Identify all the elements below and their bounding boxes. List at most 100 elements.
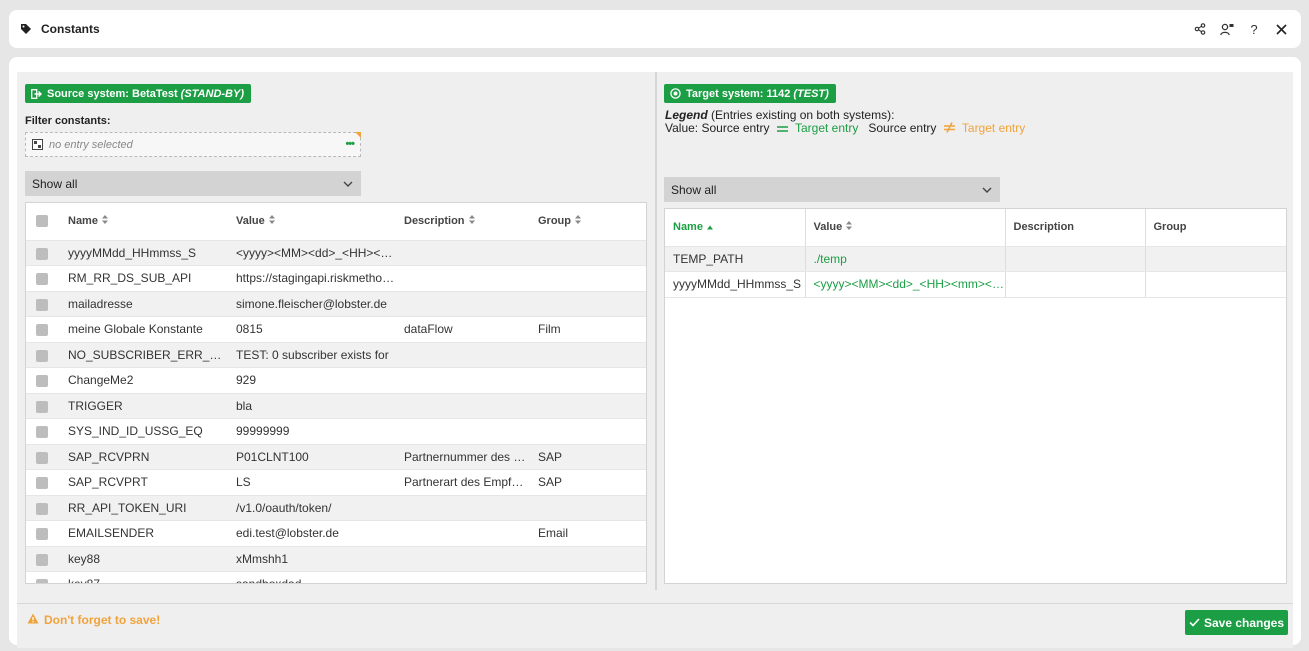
source-system-name: BetaTest xyxy=(132,87,178,100)
checkbox-icon xyxy=(36,324,48,337)
cell-value: 0815 xyxy=(228,316,396,343)
filter-constants-field[interactable]: no entry selected ••• xyxy=(25,132,361,157)
row-checkbox[interactable] xyxy=(26,265,60,292)
more-options-icon[interactable]: ••• xyxy=(345,138,355,150)
cell-name: key88 xyxy=(60,546,228,572)
row-checkbox[interactable] xyxy=(26,367,60,394)
table-row[interactable]: RM_RR_DS_SUB_API https://stagingapi.riskm… xyxy=(26,265,646,292)
row-checkbox[interactable] xyxy=(26,571,60,583)
share-icon[interactable] xyxy=(1192,21,1208,37)
table-row[interactable]: mailadresse simone.fleischer@lobster.de xyxy=(26,291,646,317)
checkbox-icon xyxy=(36,298,48,311)
legend-source2: Source entry xyxy=(868,121,937,136)
cell-name: key87 xyxy=(60,571,228,583)
row-checkbox[interactable] xyxy=(26,546,60,572)
target-show-select[interactable]: Show all xyxy=(664,177,1000,202)
sort-asc-icon xyxy=(706,221,713,233)
help-icon[interactable]: ? xyxy=(1246,21,1262,37)
row-checkbox[interactable] xyxy=(26,291,60,317)
checkbox-icon xyxy=(36,553,48,566)
cell-value: P01CLNT100 xyxy=(228,444,396,470)
save-changes-button[interactable]: Save changes xyxy=(1185,610,1288,635)
target-icon xyxy=(670,88,681,99)
equals-icon xyxy=(776,123,788,136)
table-row[interactable]: key87sandboxdad xyxy=(26,571,646,583)
table-row[interactable]: ChangeMe2 929 xyxy=(26,367,646,394)
constants-dialog-body: Source system: BetaTest (STAND-BY) Filter… xyxy=(9,57,1301,648)
table-row[interactable]: yyyyMMdd_HHmmss_S<yyyy><MM><dd>_<HH><mm>… xyxy=(26,240,646,266)
table-row[interactable]: yyyyMMdd_HHmmss_S<yyyy><MM><dd>_<HH><mm>… xyxy=(665,271,1286,298)
table-row[interactable]: RR_API_TOKEN_URI/v1.0/oauth/token/ xyxy=(26,495,646,521)
cell-group xyxy=(530,367,646,394)
save-warning: Don't forget to save! xyxy=(27,613,160,627)
row-checkbox[interactable] xyxy=(26,393,60,419)
table-row[interactable]: TEMP_PATH ./temp xyxy=(665,246,1286,272)
table-row[interactable]: NO_SUBSCRIBER_ERR_MSG TEST: 0 subscriber … xyxy=(26,342,646,368)
sort-icon xyxy=(468,215,475,227)
source-constants-table: Name Value Description Group yyyyMMdd_HH… xyxy=(25,202,647,584)
column-header-label: Name xyxy=(68,215,98,228)
target-pane: Target system: 1142 (TEST) Legend (Entrie… xyxy=(657,72,1293,590)
column-header-group[interactable]: Group xyxy=(530,203,646,241)
row-checkbox[interactable] xyxy=(26,469,60,496)
row-checkbox[interactable] xyxy=(26,240,60,266)
cell-group xyxy=(530,393,646,419)
table-row[interactable]: TRIGGER bla xyxy=(26,393,646,419)
checkbox-icon xyxy=(36,375,48,388)
dialog-footer: Don't forget to save! Save changes xyxy=(17,603,1293,645)
checkbox-icon xyxy=(36,400,48,413)
cell-description xyxy=(396,418,530,445)
column-header-name[interactable]: Name xyxy=(665,209,806,247)
cell-group xyxy=(1145,271,1286,298)
cell-group: Film xyxy=(530,316,646,343)
cell-value: https://stagingapi.riskmethods.net xyxy=(228,265,396,292)
table-row[interactable]: SAP_RCVPRTLSPartnerart des EmpfängersSAP xyxy=(26,469,646,496)
row-checkbox[interactable] xyxy=(26,418,60,445)
cell-name: ChangeMe2 xyxy=(60,367,228,394)
header-toolbar: ? xyxy=(1192,10,1289,48)
table-row[interactable]: SAP_RCVPRN P01CLNT100 Partnernummer des Em… xyxy=(26,444,646,470)
table-row[interactable]: SYS_IND_ID_USSG_EQ 99999999 xyxy=(26,418,646,445)
cell-value: LS xyxy=(228,469,396,496)
sort-icon xyxy=(268,215,275,227)
target-system-badge: Target system: 1142 (TEST) xyxy=(664,84,836,103)
cell-description: Partnernummer des Empfängers xyxy=(396,444,530,470)
select-all-checkbox[interactable] xyxy=(26,203,60,241)
checkbox-icon xyxy=(36,579,48,583)
table-row[interactable]: meine Globale Konstante 0815 dataFlow Film xyxy=(26,316,646,343)
cell-value: 929 xyxy=(228,367,396,394)
row-checkbox[interactable] xyxy=(26,316,60,343)
row-checkbox[interactable] xyxy=(26,520,60,547)
sort-icon xyxy=(846,221,853,233)
checkbox-icon xyxy=(36,273,48,286)
source-pane: Source system: BetaTest (STAND-BY) Filter… xyxy=(17,72,655,590)
row-checkbox[interactable] xyxy=(26,444,60,470)
cell-description xyxy=(396,291,530,317)
legend-desc: (Entries existing on both systems): xyxy=(711,108,895,122)
column-header-group[interactable]: Group xyxy=(1145,209,1286,247)
column-header-description[interactable]: Description xyxy=(1005,209,1146,247)
table-row[interactable]: EMAILSENDER edi.test@lobster.de Email xyxy=(26,520,646,547)
cell-value: <yyyy><MM><dd>_<HH><mm><ss> xyxy=(805,271,1006,298)
column-header-description[interactable]: Description xyxy=(396,203,530,241)
cell-group: SAP xyxy=(530,444,646,470)
table-row[interactable]: key88 xMmshh1 xyxy=(26,546,646,572)
checkbox-icon xyxy=(36,426,48,439)
dialog-title: Constants xyxy=(41,22,100,36)
column-header-label: Group xyxy=(538,215,571,228)
cell-name: mailadresse xyxy=(60,291,228,317)
source-show-select[interactable]: Show all xyxy=(25,171,361,196)
row-checkbox[interactable] xyxy=(26,342,60,368)
cell-value: edi.test@lobster.de xyxy=(228,520,396,547)
close-icon[interactable] xyxy=(1273,21,1289,37)
column-header-value[interactable]: Value xyxy=(805,209,1006,247)
cell-group xyxy=(530,265,646,292)
row-checkbox[interactable] xyxy=(26,495,60,521)
user-settings-icon[interactable] xyxy=(1219,21,1235,37)
source-system-state: (STAND-BY) xyxy=(180,87,244,100)
column-header-name[interactable]: Name xyxy=(60,203,228,241)
warning-icon xyxy=(27,613,39,627)
cell-group xyxy=(1145,246,1286,272)
legend-unequal-target: Target entry xyxy=(961,121,1026,136)
column-header-value[interactable]: Value xyxy=(228,203,396,241)
